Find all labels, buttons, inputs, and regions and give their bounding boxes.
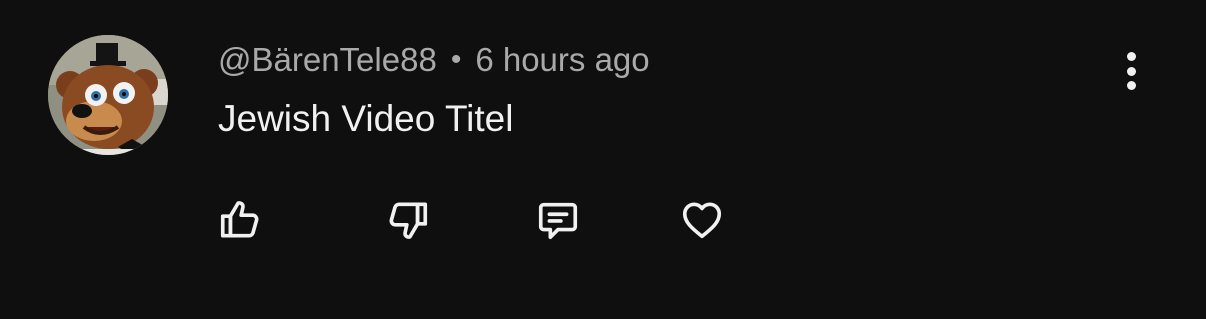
more-vertical-icon: [1126, 52, 1136, 61]
meta-separator: •: [450, 43, 462, 76]
bear-avatar-image: [48, 35, 168, 155]
more-options-button[interactable]: [1110, 48, 1152, 94]
reply-button[interactable]: [528, 190, 588, 250]
avatar[interactable]: [48, 35, 168, 155]
comment-meta: @BärenTele88 • 6 hours ago: [218, 40, 650, 80]
thumbs-down-icon: [389, 202, 428, 239]
author-name[interactable]: @BärenTele88: [218, 41, 437, 79]
comment-item: @BärenTele88 • 6 hours ago Jewish Video …: [0, 0, 1206, 319]
more-vertical-icon-dot: [1126, 66, 1136, 76]
comment-actions: [0, 190, 1206, 250]
dislike-button[interactable]: [378, 190, 438, 250]
heart-icon: [682, 202, 722, 239]
more-vertical-icon-dot: [1126, 81, 1136, 90]
comment-text: Jewish Video Titel: [218, 98, 514, 139]
comment-reply-icon: [538, 202, 578, 240]
heart-button[interactable]: [672, 190, 732, 250]
like-button[interactable]: [210, 190, 270, 250]
comment-timestamp[interactable]: 6 hours ago: [475, 41, 649, 79]
thumbs-up-icon: [220, 201, 259, 238]
